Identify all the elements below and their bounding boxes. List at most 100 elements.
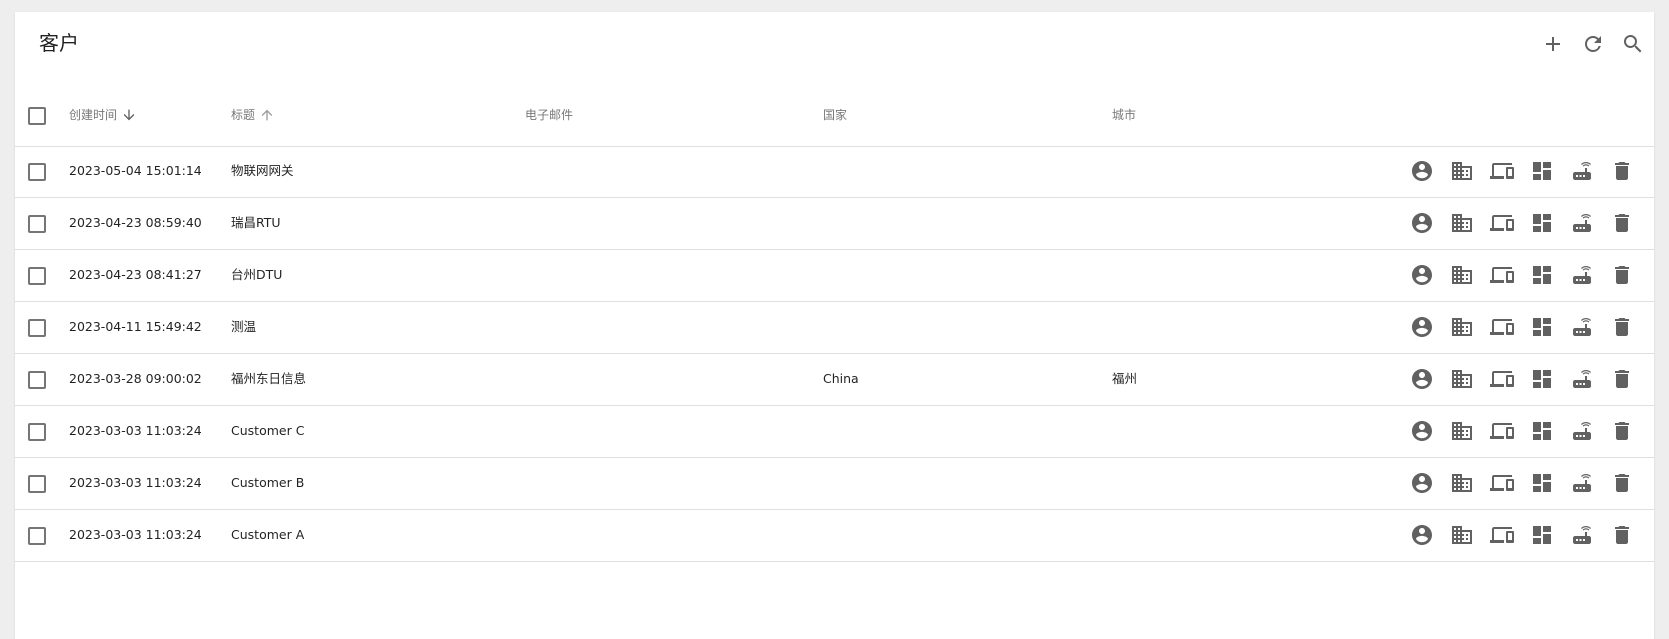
column-header-title[interactable]: 标题 [231,107,275,123]
row-checkbox[interactable] [28,527,46,545]
delete-button[interactable] [1610,211,1634,235]
column-header-email[interactable]: 电子邮件 [525,107,573,123]
manage-users-button[interactable] [1410,471,1434,495]
cell-created: 2023-03-03 11:03:24 [69,423,202,438]
manage-edges-button[interactable] [1570,211,1594,235]
manage-assets-button[interactable] [1450,315,1474,339]
manage-users-button[interactable] [1410,159,1434,183]
table-row[interactable]: 2023-05-04 15:01:14 物联网网关 [15,146,1654,198]
manage-assets-button[interactable] [1450,471,1474,495]
delete-button[interactable] [1610,315,1634,339]
manage-edges-button[interactable] [1570,523,1594,547]
manage-devices-button[interactable] [1490,211,1514,235]
row-checkbox[interactable] [28,475,46,493]
cell-title: 台州DTU [231,267,283,282]
manage-users-button[interactable] [1410,523,1434,547]
table-row[interactable]: 2023-04-11 15:49:42 测温 [15,302,1654,354]
manage-dashboards-button[interactable] [1530,523,1554,547]
manage-edges-button[interactable] [1570,315,1594,339]
manage-edges-button[interactable] [1570,471,1594,495]
row-checkbox[interactable] [28,371,46,389]
add-button[interactable] [1541,32,1565,56]
row-checkbox[interactable] [28,423,46,441]
delete-button[interactable] [1610,159,1634,183]
delete-button[interactable] [1610,523,1634,547]
refresh-button[interactable] [1581,32,1605,56]
delete-icon [1615,214,1629,232]
manage-users-button[interactable] [1410,367,1434,391]
dashboard-icon [1533,474,1551,492]
delete-button[interactable] [1610,367,1634,391]
delete-icon [1615,266,1629,284]
select-all-checkbox[interactable] [28,107,46,125]
table-row[interactable]: 2023-04-23 08:59:40 瑞昌RTU [15,198,1654,250]
column-header-created[interactable]: 创建时间 [69,107,137,123]
manage-assets-button[interactable] [1450,263,1474,287]
dashboard-icon [1533,370,1551,388]
manage-devices-button[interactable] [1490,419,1514,443]
manage-devices-button[interactable] [1490,367,1514,391]
account-circle-icon [1412,317,1432,337]
manage-users-button[interactable] [1410,211,1434,235]
cell-country: China [823,371,859,386]
business-icon [1452,422,1472,440]
row-checkbox[interactable] [28,215,46,233]
manage-edges-button[interactable] [1570,263,1594,287]
manage-assets-button[interactable] [1450,367,1474,391]
table-header-row: 创建时间 标题 电子邮件 国家 城市 [15,84,1654,147]
delete-button[interactable] [1610,263,1634,287]
account-circle-icon [1412,265,1432,285]
row-checkbox[interactable] [28,267,46,285]
search-button[interactable] [1621,32,1645,56]
delete-icon [1615,474,1629,492]
manage-devices-button[interactable] [1490,263,1514,287]
manage-dashboards-button[interactable] [1530,315,1554,339]
manage-dashboards-button[interactable] [1530,367,1554,391]
column-header-email-label: 电子邮件 [525,108,574,122]
devices-icon [1490,215,1514,231]
router-icon [1573,318,1591,336]
row-checkbox[interactable] [28,163,46,181]
manage-edges-button[interactable] [1570,419,1594,443]
business-icon [1452,266,1472,284]
cell-title: Customer A [231,527,305,542]
table-row[interactable]: 2023-03-28 09:00:02 福州东日信息 China 福州 [15,354,1654,406]
manage-assets-button[interactable] [1450,523,1474,547]
column-header-country[interactable]: 国家 [823,107,847,123]
table-row[interactable]: 2023-03-03 11:03:24 Customer B [15,458,1654,510]
column-header-city[interactable]: 城市 [1112,107,1136,123]
manage-edges-button[interactable] [1570,367,1594,391]
manage-edges-button[interactable] [1570,159,1594,183]
manage-dashboards-button[interactable] [1530,159,1554,183]
cell-created: 2023-04-23 08:41:27 [69,267,202,282]
manage-users-button[interactable] [1410,315,1434,339]
manage-dashboards-button[interactable] [1530,471,1554,495]
router-icon [1573,474,1591,492]
manage-users-button[interactable] [1410,419,1434,443]
column-header-country-label: 国家 [823,108,848,122]
cell-created: 2023-04-23 08:59:40 [69,215,202,230]
manage-assets-button[interactable] [1450,159,1474,183]
table-row[interactable]: 2023-03-03 11:03:24 Customer C [15,406,1654,458]
manage-dashboards-button[interactable] [1530,211,1554,235]
manage-dashboards-button[interactable] [1530,263,1554,287]
manage-devices-button[interactable] [1490,523,1514,547]
account-circle-icon [1412,161,1432,181]
dashboard-icon [1533,526,1551,544]
table-row[interactable]: 2023-04-23 08:41:27 台州DTU [15,250,1654,302]
table-row[interactable]: 2023-03-03 11:03:24 Customer A [15,510,1654,562]
row-checkbox[interactable] [28,319,46,337]
manage-assets-button[interactable] [1450,419,1474,443]
refresh-icon [1585,36,1601,52]
manage-users-button[interactable] [1410,263,1434,287]
devices-icon [1490,163,1514,179]
manage-assets-button[interactable] [1450,211,1474,235]
manage-devices-button[interactable] [1490,471,1514,495]
manage-devices-button[interactable] [1490,315,1514,339]
delete-button[interactable] [1610,419,1634,443]
devices-icon [1490,267,1514,283]
router-icon [1573,214,1591,232]
manage-dashboards-button[interactable] [1530,419,1554,443]
delete-button[interactable] [1610,471,1634,495]
manage-devices-button[interactable] [1490,159,1514,183]
